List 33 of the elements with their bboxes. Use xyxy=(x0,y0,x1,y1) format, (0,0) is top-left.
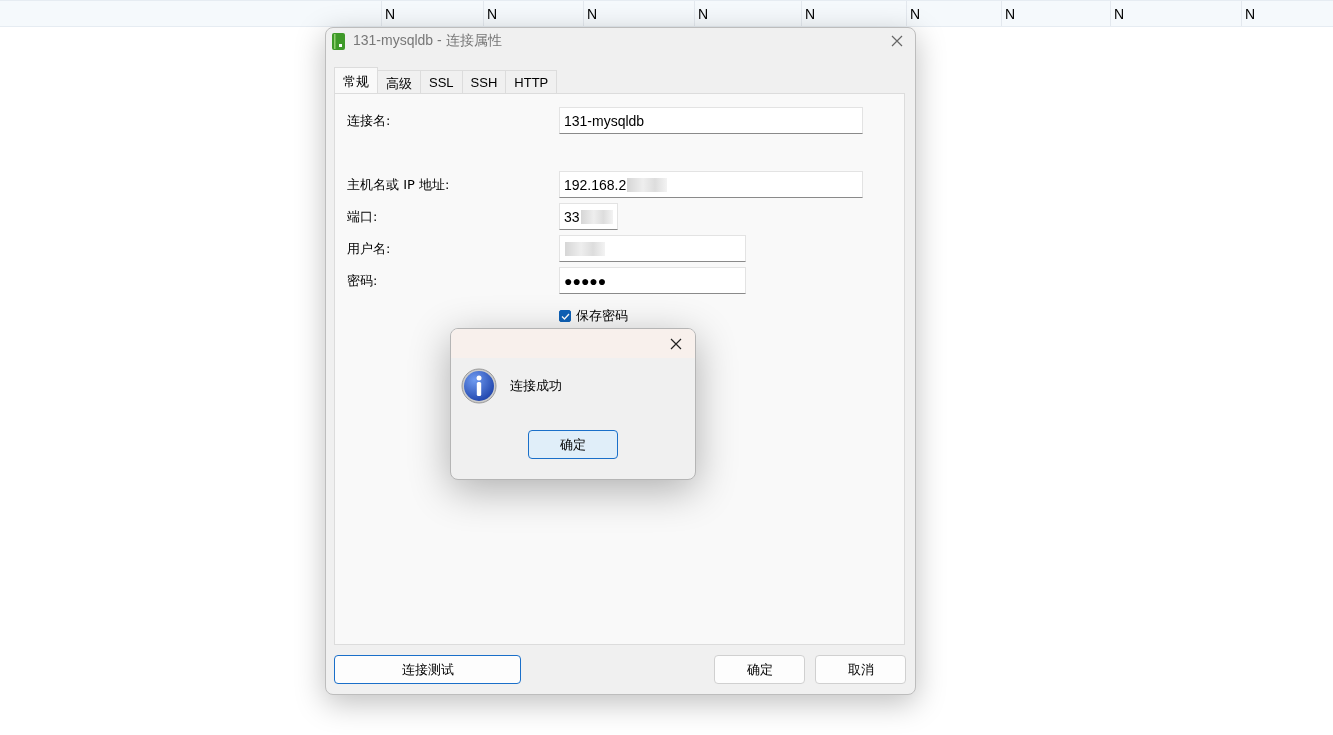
window-title: 131-mysqldb - 连接属性 xyxy=(353,32,503,50)
table-cell: N xyxy=(1241,1,1333,26)
tab[interactable]: HTTP xyxy=(505,70,558,93)
field-label: 端口: xyxy=(347,207,379,226)
table-cell: N xyxy=(381,1,483,26)
ok-button[interactable]: 确定 xyxy=(714,655,805,684)
close-icon[interactable] xyxy=(670,337,682,350)
table-cell: N xyxy=(583,1,694,26)
table-cell: N xyxy=(801,1,906,26)
table-cell: N xyxy=(1110,1,1241,26)
input-field[interactable]: ●●●●● xyxy=(559,267,746,294)
input-field[interactable]: 33 xyxy=(559,203,618,230)
book-icon xyxy=(332,32,345,50)
field-label: 密码: xyxy=(347,271,379,290)
table-cell: N xyxy=(694,1,801,26)
field-label: 连接名: xyxy=(347,111,392,130)
info-icon xyxy=(461,368,497,404)
cancel-button[interactable]: 取消 xyxy=(815,655,906,684)
input-field[interactable]: 131-mysqldb xyxy=(559,107,863,134)
checkbox[interactable] xyxy=(559,310,571,322)
table-cell: N xyxy=(906,1,1001,26)
input-field[interactable]: 192.168.2 xyxy=(559,171,863,198)
tab[interactable]: 常规 xyxy=(334,67,378,93)
input-field[interactable] xyxy=(559,235,746,262)
field-label: 用户名: xyxy=(347,239,392,258)
ok-button[interactable]: 确定 xyxy=(528,430,618,459)
table-cell: N xyxy=(483,1,583,26)
tab[interactable]: 高级 xyxy=(377,70,421,93)
test-connection-button[interactable]: 连接测试 xyxy=(334,655,521,684)
message-text: 连接成功 xyxy=(510,377,562,395)
table-cell: N xyxy=(1001,1,1110,26)
field-label: 主机名或 IP 地址: xyxy=(347,175,451,194)
checkbox-label: 保存密码 xyxy=(576,307,628,325)
